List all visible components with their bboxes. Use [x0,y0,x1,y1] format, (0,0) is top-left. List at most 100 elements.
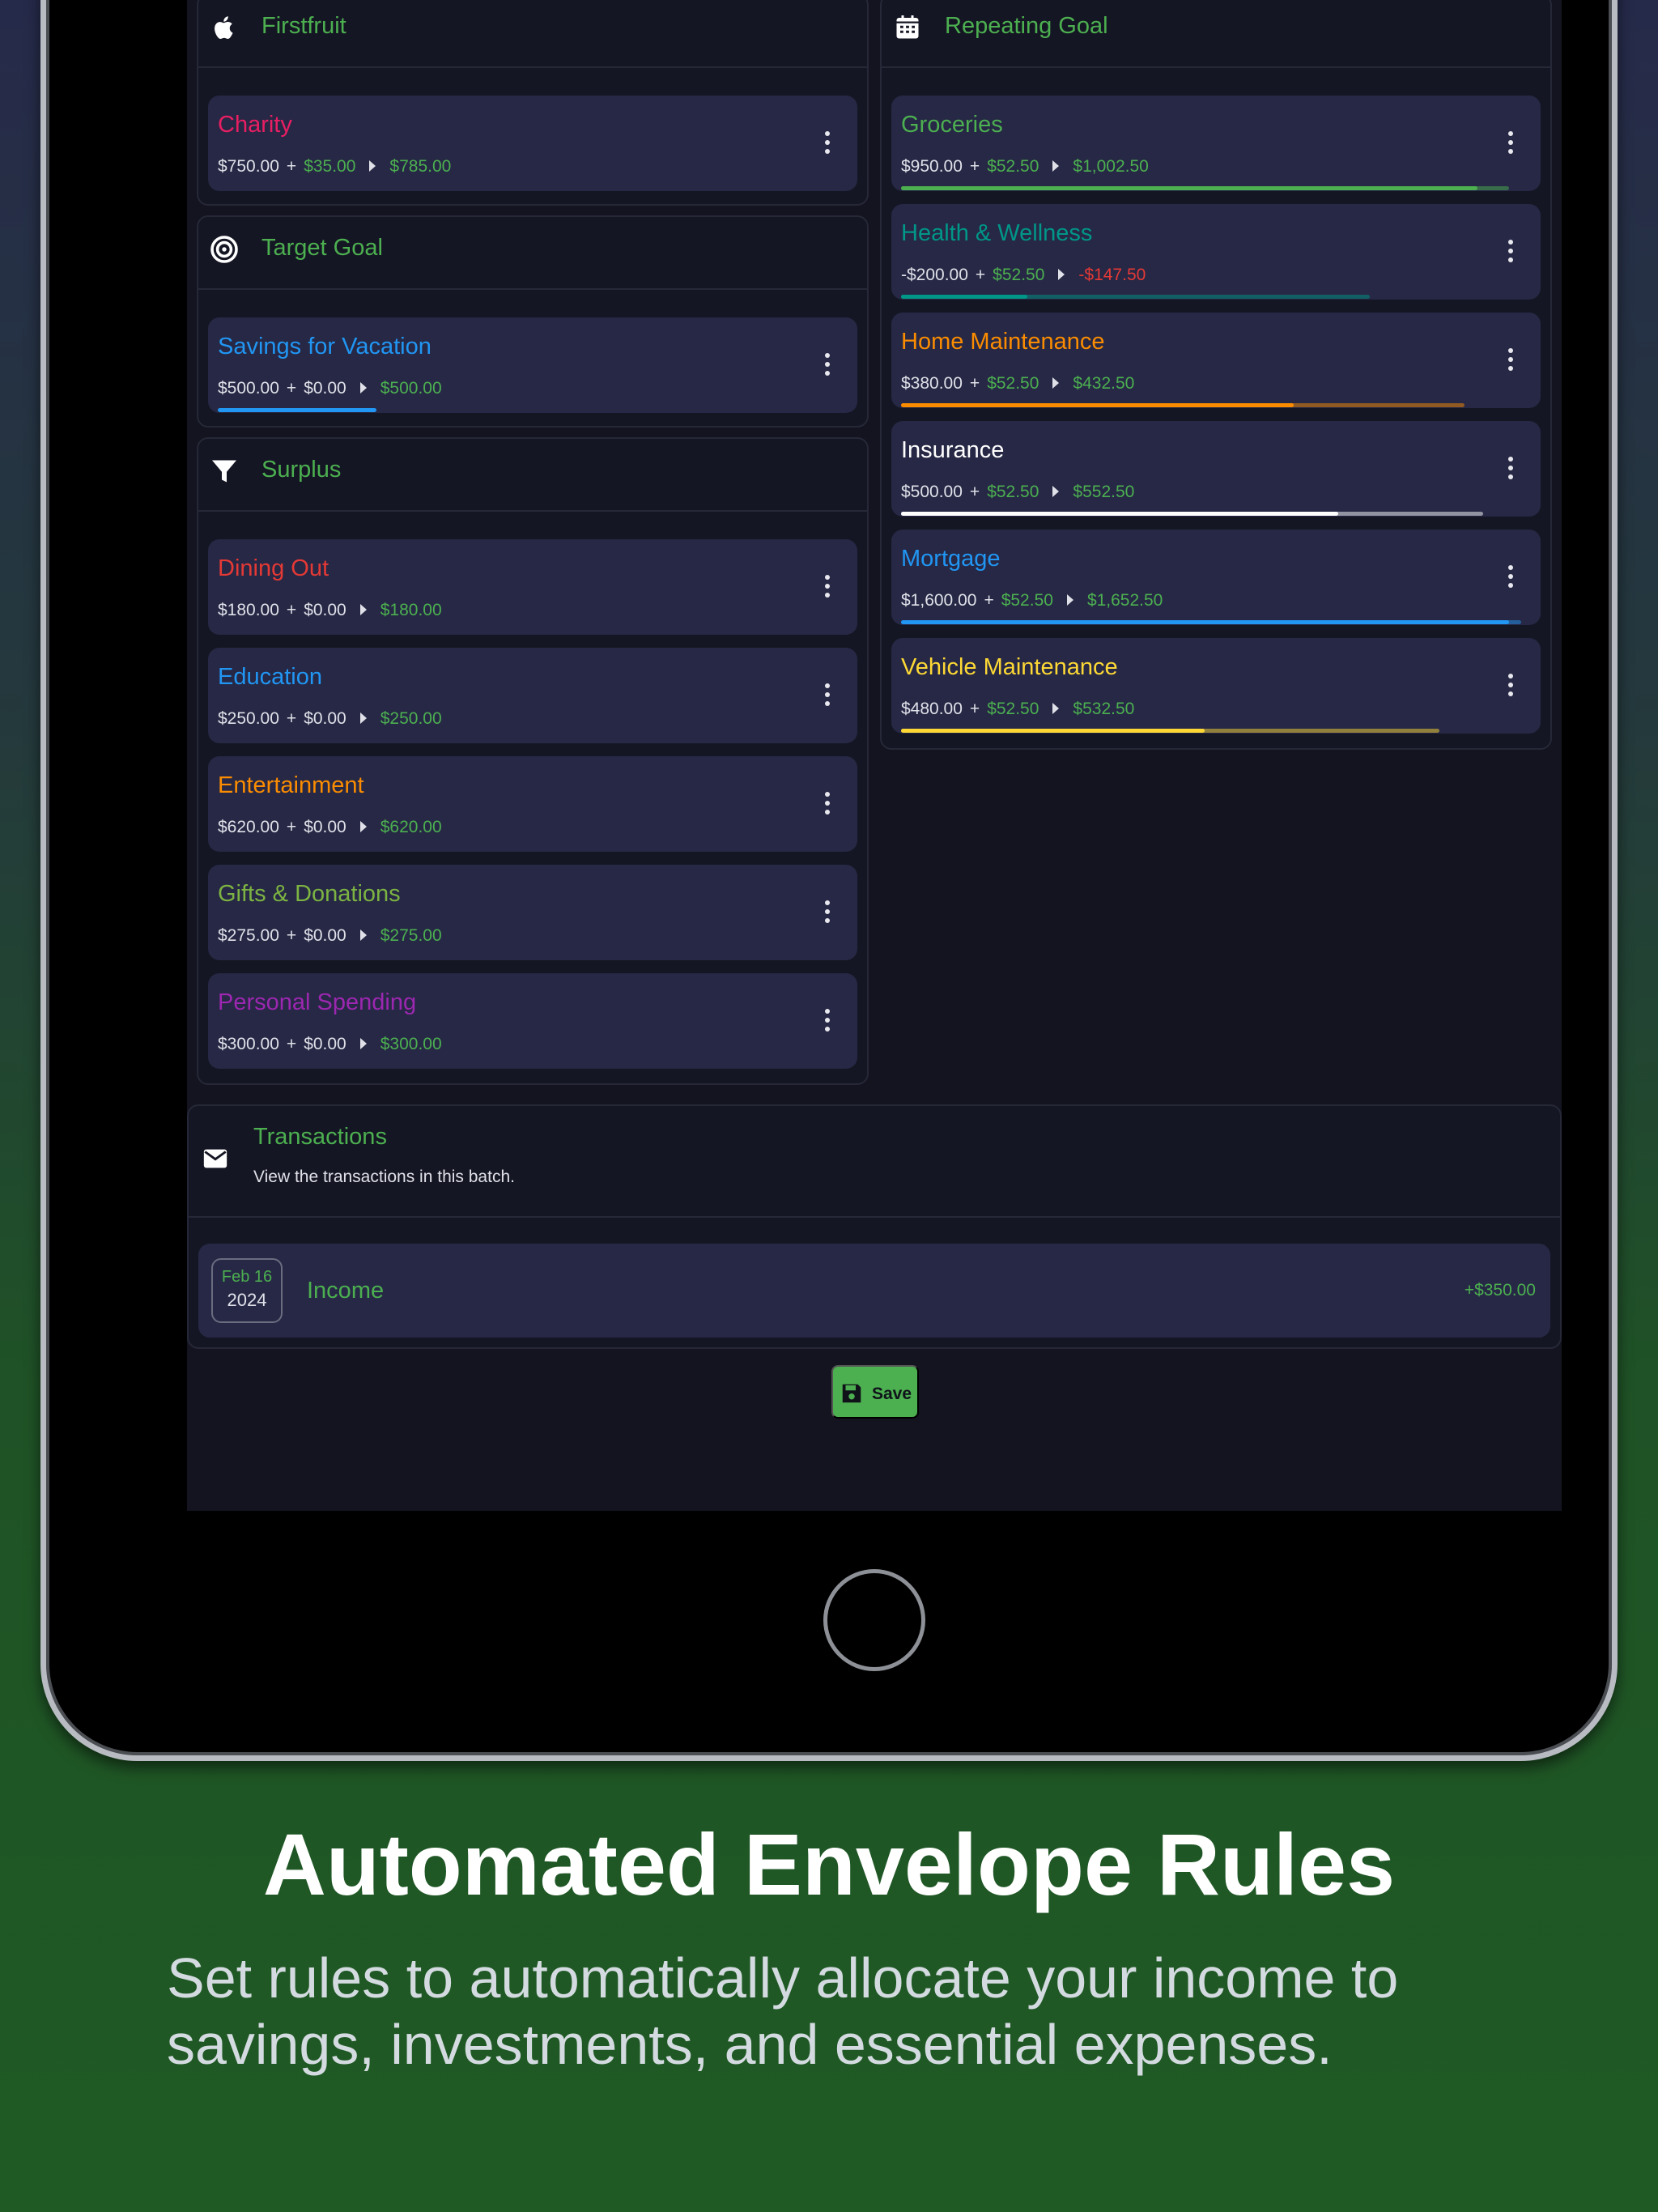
envelope-amounts: $480.00 + $52.50 $532.50 [901,700,1135,718]
envelope-name: Mortgage [901,546,1001,572]
home-button[interactable] [823,1569,925,1671]
start-amount: $480.00 [901,700,963,718]
section-header[interactable]: Surplus [198,439,867,512]
envelope-card-charity[interactable]: Charity $750.00 + $35.00 $785.00 [208,96,857,191]
arrow-right-icon [1052,377,1060,389]
envelope-card-groceries[interactable]: Groceries $950.00 + $52.50 $1,002.50 [891,96,1541,191]
more-options-icon[interactable] [1508,674,1513,696]
section-header[interactable]: Repeating Goal [882,0,1550,68]
envelope-name: Entertainment [218,772,364,798]
start-amount: $300.00 [218,1035,279,1053]
more-options-icon[interactable] [825,353,830,376]
transaction-name: Income [307,1278,385,1304]
progress-bar [901,512,1338,516]
more-options-icon[interactable] [825,792,830,815]
envelope-card-education[interactable]: Education $250.00 + $0.00 $250.00 [208,648,857,743]
more-options-icon[interactable] [1508,565,1513,588]
result-amount: $1,002.50 [1073,157,1149,176]
transactions-header[interactable]: Transactions View the transactions in th… [189,1106,1560,1218]
envelope-name: Education [218,664,322,690]
more-options-icon[interactable] [1508,131,1513,154]
section-header[interactable]: Target Goal [198,217,867,290]
envelope-card-health-wellness[interactable]: Health & Wellness -$200.00 + $52.50 -$147.50 [891,204,1541,300]
arrow-right-icon [359,821,367,832]
arrow-right-icon [359,1038,367,1049]
envelope-card-mortgage[interactable]: Mortgage $1,600.00 + $52.50 $1,652.50 [891,530,1541,625]
envelope-card-gifts-donations[interactable]: Gifts & Donations $275.00 + $0.00 $275.00 [208,865,857,960]
add-amount: $52.50 [987,700,1039,718]
envelope-name: Insurance [901,437,1005,463]
add-amount: $52.50 [1001,591,1053,610]
transaction-amount: +$350.00 [1464,1281,1536,1300]
arrow-right-icon [359,604,367,615]
more-options-icon[interactable] [1508,348,1513,371]
tablet-device: Firstfruit Charity $750.00 + $35.00 $785.00… [40,0,1618,1761]
arrow-right-icon [359,713,367,724]
apple-icon [215,16,233,39]
progress-bar [901,186,1477,190]
envelope-card-personal-spending[interactable]: Personal Spending $300.00 + $0.00 $300.00 [208,973,857,1069]
app-screen: Firstfruit Charity $750.00 + $35.00 $785.00… [187,0,1562,1511]
start-amount: $750.00 [218,157,279,176]
envelope-amounts: $620.00 + $0.00 $620.00 [218,818,442,836]
more-options-icon[interactable] [825,1009,830,1032]
more-options-icon[interactable] [1508,240,1513,262]
more-options-icon[interactable] [825,683,830,706]
result-amount: -$147.50 [1078,266,1146,284]
add-amount: $0.00 [304,1035,346,1053]
section-title: Repeating Goal [945,13,1108,39]
envelope-amounts: $275.00 + $0.00 $275.00 [218,926,442,945]
arrow-right-icon [1052,486,1060,497]
envelope-card-savings-for-vacation[interactable]: Savings for Vacation $500.00 + $0.00 $500.0… [208,317,857,413]
add-amount: $0.00 [304,926,346,945]
progress-bar [901,620,1509,624]
section-header[interactable]: Firstfruit [198,0,867,68]
start-amount: $950.00 [901,157,963,176]
start-amount: $275.00 [218,926,279,945]
progress-bar [218,408,376,412]
envelope-card-dining-out[interactable]: Dining Out $180.00 + $0.00 $180.00 [208,539,857,635]
envelope-card-vehicle-maintenance[interactable]: Vehicle Maintenance $480.00 + $52.50 $532.50 [891,638,1541,734]
section-surplus: Surplus Dining Out $180.00 + $0.00 $180.00 … [197,437,869,1085]
envelope-name: Groceries [901,112,1003,138]
envelope-amounts: $750.00 + $35.00 $785.00 [218,157,452,176]
arrow-right-icon [359,929,367,941]
marketing-headline: Automated Envelope Rules [262,1815,1396,1913]
section-title: Firstfruit [261,13,346,39]
envelope-card-home-maintenance[interactable]: Home Maintenance $380.00 + $52.50 $432.50 [891,313,1541,408]
arrow-right-icon [1052,160,1060,172]
more-options-icon[interactable] [1508,457,1513,479]
result-amount: $620.00 [380,818,442,836]
envelope-name: Personal Spending [218,989,417,1015]
transactions-title: Transactions [253,1124,387,1150]
start-amount: $250.00 [218,709,279,728]
envelope-name: Gifts & Donations [218,881,401,907]
section-target-goal: Target Goal Savings for Vacation $500.00… [197,215,869,428]
section-title: Target Goal [261,235,383,261]
envelope-card-insurance[interactable]: Insurance $500.00 + $52.50 $552.50 [891,421,1541,517]
start-amount: $500.00 [901,483,963,501]
result-amount: $180.00 [380,601,442,619]
arrow-right-icon [1052,703,1060,714]
result-amount: $432.50 [1073,374,1135,393]
start-amount: $500.00 [218,379,279,398]
envelope-card-entertainment[interactable]: Entertainment $620.00 + $0.00 $620.00 [208,756,857,852]
more-options-icon[interactable] [825,900,830,923]
envelope-name: Charity [218,112,292,138]
add-amount: $35.00 [304,157,356,176]
result-amount: $532.50 [1073,700,1135,718]
save-button[interactable]: Save [831,1365,919,1419]
result-amount: $785.00 [389,157,452,176]
envelope-name: Savings for Vacation [218,334,432,359]
more-options-icon[interactable] [825,575,830,598]
save-button-label: Save [872,1385,912,1403]
envelope-icon [203,1149,227,1168]
transaction-row[interactable]: Feb 16 2024 Income +$350.00 [198,1244,1550,1338]
envelope-amounts: $500.00 + $0.00 $500.00 [218,379,442,398]
more-options-icon[interactable] [825,131,830,154]
envelope-amounts: $180.00 + $0.00 $180.00 [218,601,442,619]
add-amount: $52.50 [987,374,1039,393]
envelope-amounts: $300.00 + $0.00 $300.00 [218,1035,442,1053]
result-amount: $1,652.50 [1086,591,1163,610]
result-amount: $300.00 [380,1035,442,1053]
